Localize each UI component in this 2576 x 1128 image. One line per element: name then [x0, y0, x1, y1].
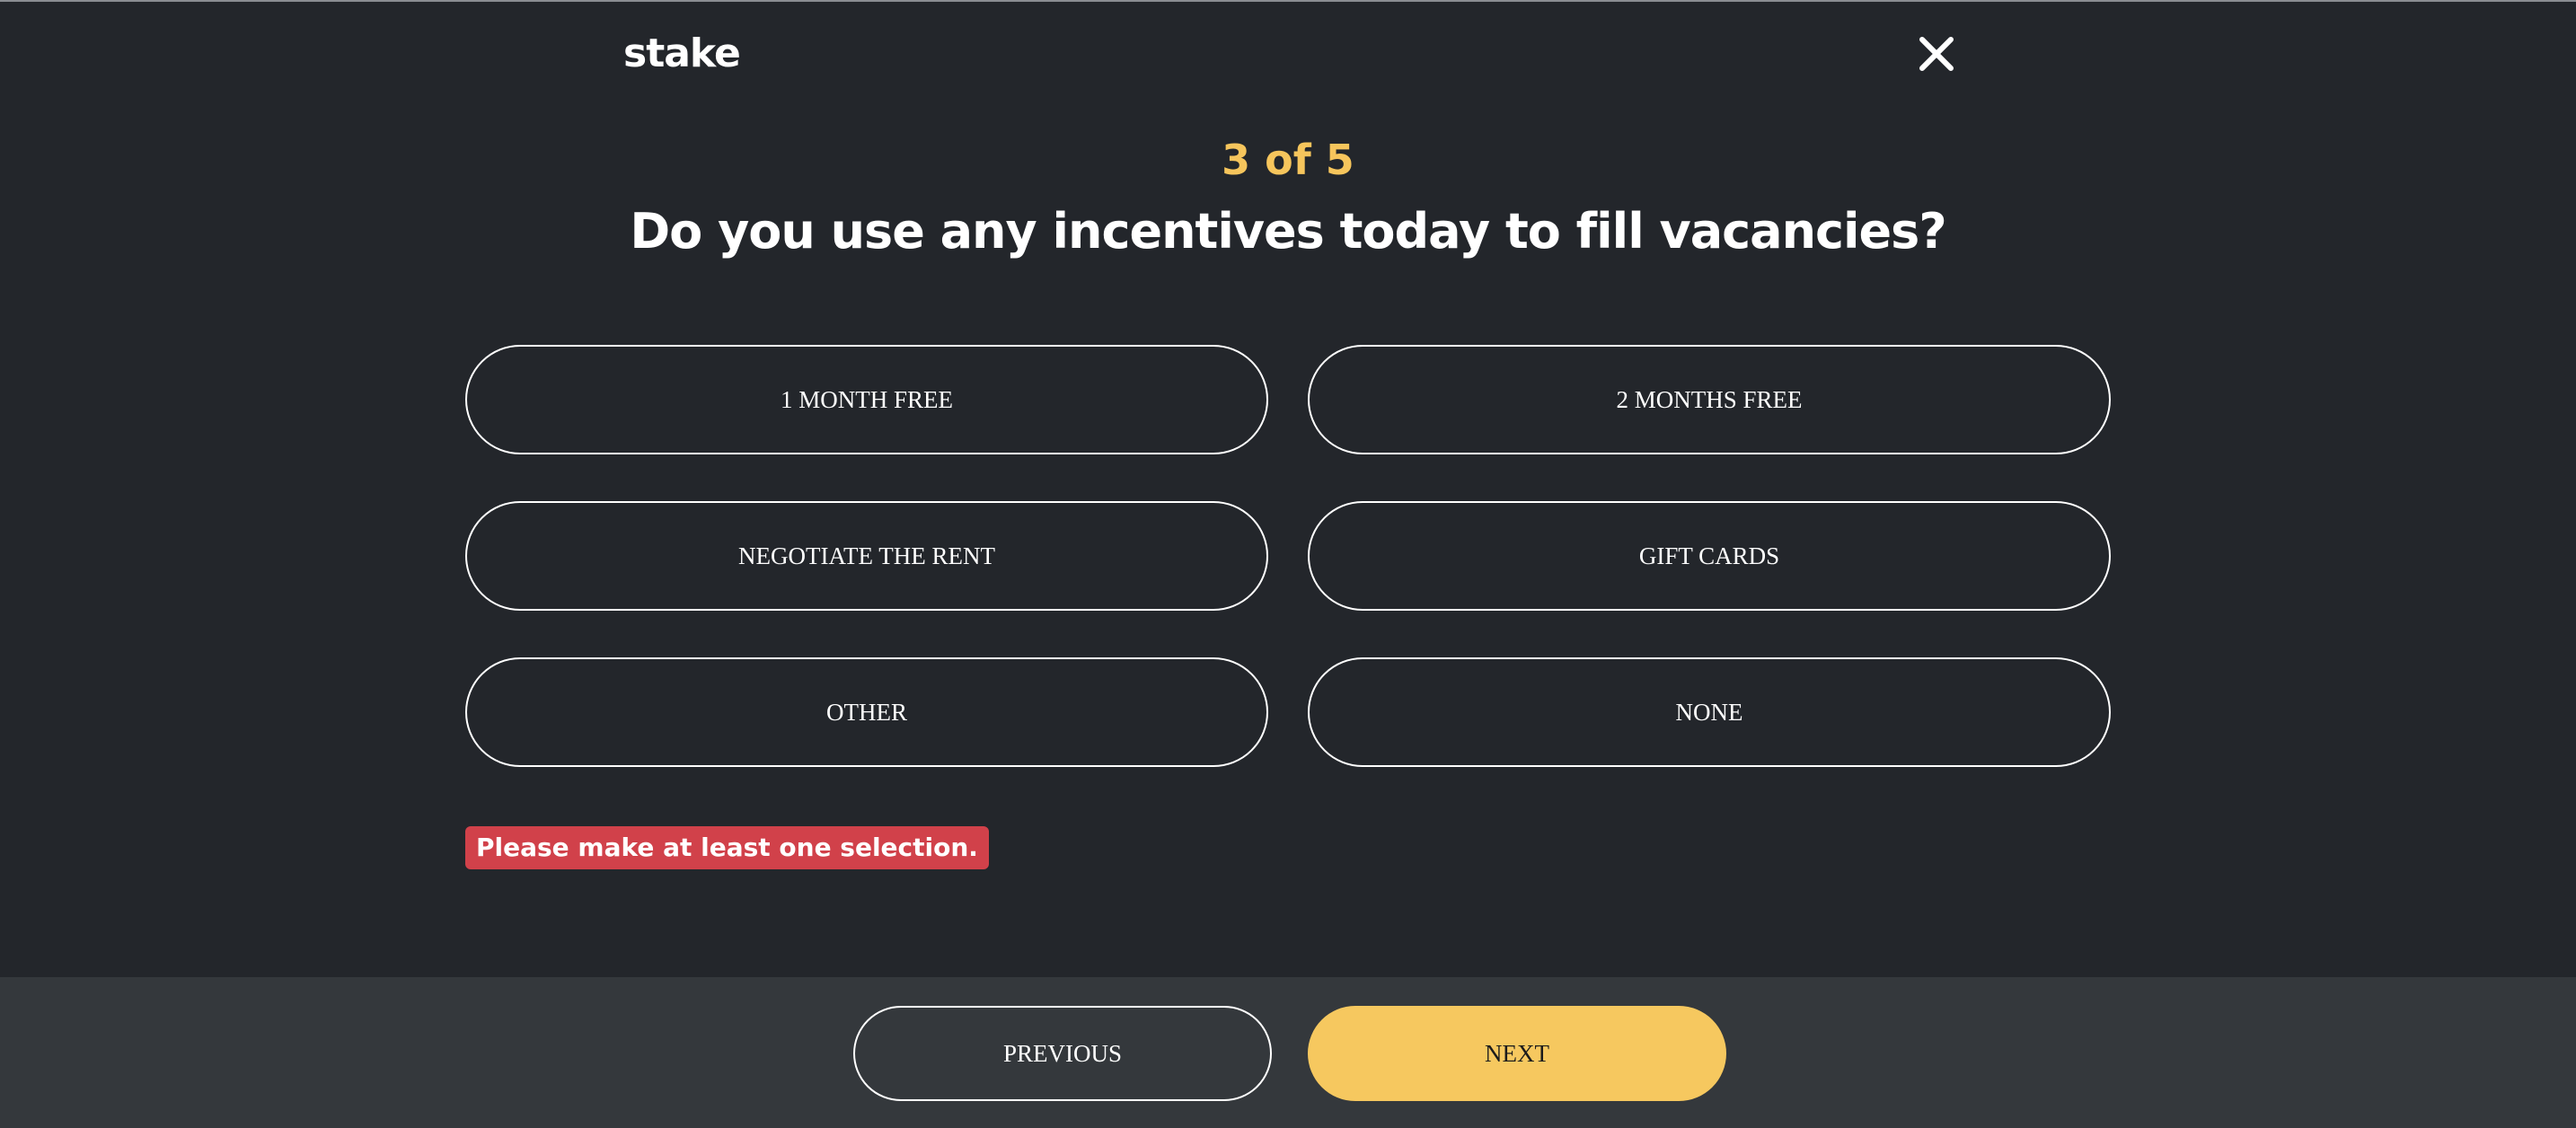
- close-button[interactable]: [1915, 32, 1958, 75]
- previous-label: PREVIOUS: [1002, 1039, 1123, 1067]
- close-icon: [1919, 37, 1954, 71]
- step-indicator: 3 of 5: [1222, 136, 1354, 184]
- option-label: NEGOTIATE THE RENT: [738, 542, 995, 569]
- option-gift-cards[interactable]: GIFT CARDS: [1308, 501, 2111, 611]
- option-label: NONE: [1675, 698, 1743, 726]
- question-title: Do you use any incentives today to fill …: [630, 203, 1946, 260]
- option-label: OTHER: [826, 698, 907, 726]
- option-negotiate-the-rent[interactable]: NEGOTIATE THE RENT: [465, 501, 1268, 611]
- footer-nav: PREVIOUS NEXT: [0, 977, 2576, 1128]
- option-label: 1 MONTH FREE: [780, 385, 953, 413]
- option-label: 2 MONTHS FREE: [1616, 385, 1803, 413]
- next-label: NEXT: [1485, 1039, 1549, 1067]
- option-1-month-free[interactable]: 1 MONTH FREE: [465, 345, 1268, 454]
- error-message: Please make at least one selection.: [465, 826, 989, 869]
- option-none[interactable]: NONE: [1308, 657, 2111, 767]
- survey-modal: stake 3 of 5 Do you use any incentives t…: [0, 2, 2576, 977]
- stake-logo[interactable]: stake: [623, 31, 741, 77]
- option-label: GIFT CARDS: [1638, 542, 1780, 569]
- option-2-months-free[interactable]: 2 MONTHS FREE: [1308, 345, 2111, 454]
- next-button[interactable]: NEXT: [1308, 1006, 1726, 1101]
- option-other[interactable]: OTHER: [465, 657, 1268, 767]
- previous-button[interactable]: PREVIOUS: [853, 1006, 1272, 1101]
